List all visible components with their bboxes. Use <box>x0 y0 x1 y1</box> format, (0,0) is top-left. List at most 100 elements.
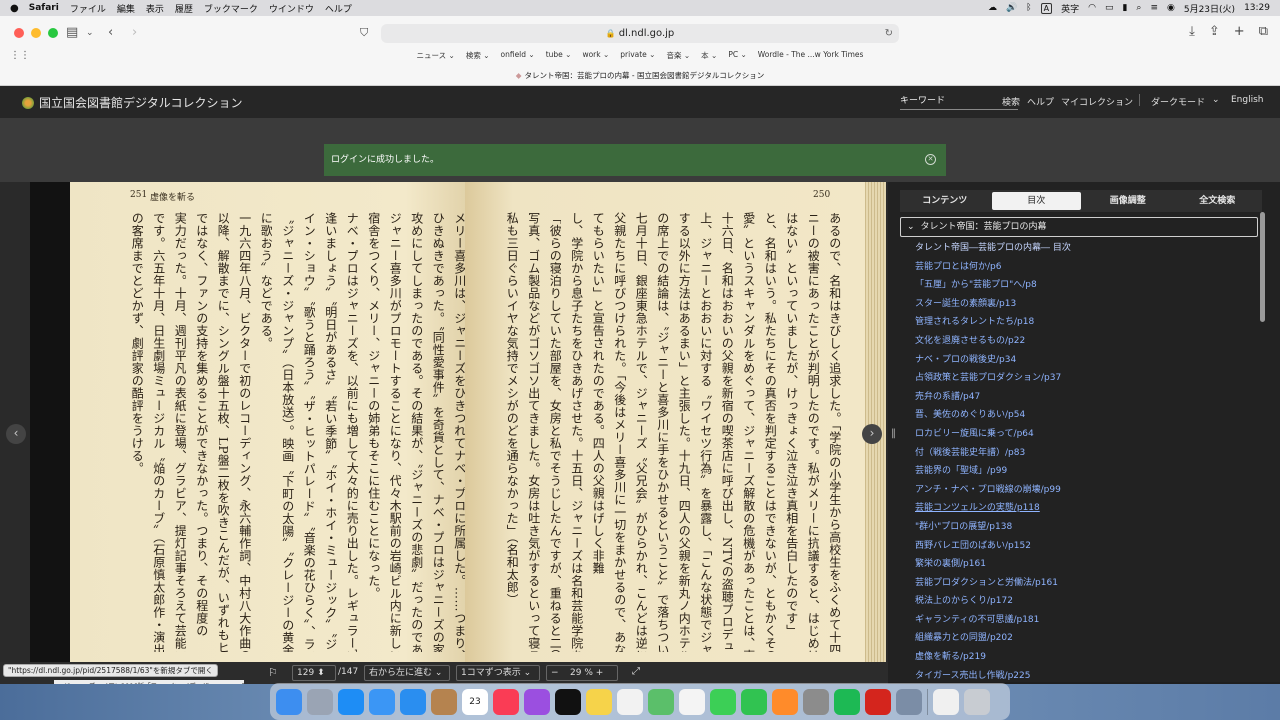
notes-icon[interactable] <box>586 688 612 715</box>
dark-mode-chevron-icon[interactable]: ⌄ <box>1212 95 1220 105</box>
next-page-arrow-icon[interactable]: › <box>862 424 882 444</box>
favorite-item[interactable]: tube ⌄ <box>546 50 572 64</box>
wifi-icon[interactable]: ◠ <box>1088 3 1096 13</box>
toc-item[interactable]: 売弁の系譜/p47 <box>915 388 1255 407</box>
spotlight-search-icon[interactable]: ⌕ <box>1136 3 1141 13</box>
sidebar-toggle-icon[interactable]: ▤ <box>66 25 78 40</box>
preview-icon[interactable] <box>896 688 922 715</box>
facetime-icon[interactable] <box>741 688 767 715</box>
apple-menu-icon[interactable]: ● <box>10 3 19 14</box>
favorite-item[interactable]: PC ⌄ <box>728 50 746 64</box>
music-icon[interactable] <box>493 688 519 715</box>
panel-resize-handle-icon[interactable]: ‖ <box>891 428 896 439</box>
toc-item[interactable]: 税法上のからくり/p172 <box>915 592 1255 611</box>
menu-window[interactable]: ウインドウ <box>269 2 314 15</box>
toc-root[interactable]: ⌄ タレント帝国：芸能プロの内幕 <box>900 217 1258 237</box>
fullscreen-icon[interactable]: ⤢ <box>632 666 640 677</box>
sidebar-chevron-icon[interactable]: ⌄ <box>86 28 94 38</box>
toc-item[interactable]: 芸能コンツェルンの実態/p118 <box>915 499 1255 518</box>
screen-mirroring-icon[interactable]: ▭ <box>1105 3 1114 13</box>
reload-icon[interactable]: ↻ <box>885 24 893 43</box>
photos-icon[interactable] <box>679 688 705 715</box>
toc-item[interactable]: 付（戦後芸能史年譜）/p83 <box>915 444 1255 463</box>
bookmark-icon[interactable]: ⚐ <box>268 666 278 679</box>
toc-item[interactable]: 芸能界の「聖域」/p99 <box>915 462 1255 481</box>
site-logo[interactable]: 国立国会図書館デジタルコレクション <box>22 94 243 111</box>
forward-icon[interactable]: › <box>132 25 137 40</box>
toc-item[interactable]: ナベ・プロの戦後史/p34 <box>915 351 1255 370</box>
menu-history[interactable]: 履歴 <box>175 2 193 15</box>
books-icon[interactable] <box>772 688 798 715</box>
prev-page-arrow-icon[interactable]: ‹ <box>6 424 26 444</box>
tab-fulltext-search[interactable]: 全文検索 <box>1173 190 1263 212</box>
calendar-icon[interactable]: 23 <box>462 688 488 715</box>
toc-item[interactable]: 組織暴力との同盟/p202 <box>915 629 1255 648</box>
favorite-item[interactable]: ニュース ⌄ <box>417 50 455 64</box>
toc-item[interactable]: 芸能プロとは何か/p6 <box>915 258 1255 277</box>
safari-icon[interactable] <box>400 688 426 715</box>
bluetooth-icon[interactable]: ᛒ <box>1026 3 1031 13</box>
battery-icon[interactable]: ▮ <box>1122 3 1127 13</box>
zoom-in-button[interactable]: + <box>596 668 604 678</box>
close-window-button[interactable] <box>14 28 24 38</box>
podcasts-icon[interactable] <box>524 688 550 715</box>
address-bar[interactable]: 🔒 dl.ndl.go.jp ↻ <box>381 24 899 43</box>
new-tab-icon[interactable]: + <box>1234 24 1245 39</box>
toc-item[interactable]: 芸能プロダクションと労働法/p161 <box>915 574 1255 593</box>
acrobat-icon[interactable] <box>865 688 891 715</box>
toc-item[interactable]: 虚像を斬る/p219 <box>915 648 1255 667</box>
favorite-item[interactable]: onfield ⌄ <box>501 50 535 64</box>
toc-item[interactable]: 管理されるタレントたち/p18 <box>915 313 1255 332</box>
menu-file[interactable]: ファイル <box>70 2 106 15</box>
menu-help[interactable]: ヘルプ <box>325 2 352 15</box>
keyword-search-field[interactable]: キーワード <box>900 93 1018 110</box>
toc-item[interactable]: ギャランティの不可思議/p181 <box>915 611 1255 630</box>
dark-mode-toggle[interactable]: ダークモード <box>1151 95 1205 108</box>
favorite-item[interactable]: Wordle - The ...w York Times <box>758 50 864 64</box>
favorites-grid-icon[interactable]: ⋮⋮ <box>10 50 30 61</box>
privacy-shield-icon[interactable]: ⛉ <box>360 26 368 40</box>
menu-app-name[interactable]: Safari <box>29 3 59 13</box>
toc-scrollbar[interactable] <box>1260 212 1265 322</box>
appstore-icon[interactable] <box>338 688 364 715</box>
menu-bookmarks[interactable]: ブックマーク <box>204 2 258 15</box>
toc-item[interactable]: タレント帝国―芸能プロの内幕― 目次 <box>915 239 1255 258</box>
download-icon[interactable]: ⤓ <box>1189 24 1195 39</box>
reminders-icon[interactable] <box>617 688 643 715</box>
zoom-window-button[interactable] <box>48 28 58 38</box>
toc-item[interactable]: 繁栄の裏側/p161 <box>915 555 1255 574</box>
toc-item[interactable]: ロカビリー旋風に乗って/p64 <box>915 425 1255 444</box>
active-tab[interactable]: ◆ タレント帝国：芸能プロの内幕 - 国立国会図書館デジタルコレクション <box>0 68 1280 86</box>
finder-icon[interactable] <box>276 688 302 715</box>
search-button[interactable]: 検索 <box>1002 95 1020 108</box>
messages-icon[interactable] <box>710 688 736 715</box>
toc-item[interactable]: 文化を退廃させるもの/p22 <box>915 332 1255 351</box>
zoom-out-button[interactable]: − <box>551 668 559 678</box>
launchpad-icon[interactable] <box>307 688 333 715</box>
english-link[interactable]: English <box>1231 95 1264 105</box>
back-icon[interactable]: ‹ <box>108 25 113 40</box>
input-mode-badge[interactable]: A <box>1040 2 1053 14</box>
toc-item[interactable]: アンチ・ナベ・プロ戦線の崩壊/p99 <box>915 481 1255 500</box>
tab-toc[interactable]: 目次 <box>991 192 1081 210</box>
menu-view[interactable]: 表示 <box>146 2 164 15</box>
tab-contents[interactable]: コンテンツ <box>900 190 990 212</box>
share-icon[interactable]: ⇪ <box>1209 24 1220 39</box>
siri-icon[interactable]: ◉ <box>1167 3 1175 13</box>
spotify-icon[interactable] <box>834 688 860 715</box>
page-number-input[interactable]: 129 ⬍ <box>292 665 336 681</box>
minimize-window-button[interactable] <box>31 28 41 38</box>
textedit-icon[interactable] <box>933 688 959 715</box>
image-viewer[interactable]: 251 虚像を斬る メリー喜多川は、ジャニーズをひきつれてナベ・プロに所属した。… <box>0 182 888 662</box>
favorite-item[interactable]: 本 ⌄ <box>701 50 717 64</box>
stepper-icon[interactable]: ⬍ <box>317 668 325 678</box>
toc-item[interactable]: 「五厘」から"芸能プロ"へ/p8 <box>915 276 1255 295</box>
maps-icon[interactable] <box>648 688 674 715</box>
favorite-item[interactable]: 検索 ⌄ <box>466 50 490 64</box>
toast-close-icon[interactable]: ✕ <box>925 154 936 165</box>
trash-icon[interactable] <box>964 688 990 715</box>
volume-icon[interactable]: 🔊 <box>1006 3 1017 13</box>
favorite-item[interactable]: private ⌄ <box>620 50 655 64</box>
appletv-icon[interactable] <box>555 688 581 715</box>
tab-overview-icon[interactable]: ⧉ <box>1259 24 1268 39</box>
